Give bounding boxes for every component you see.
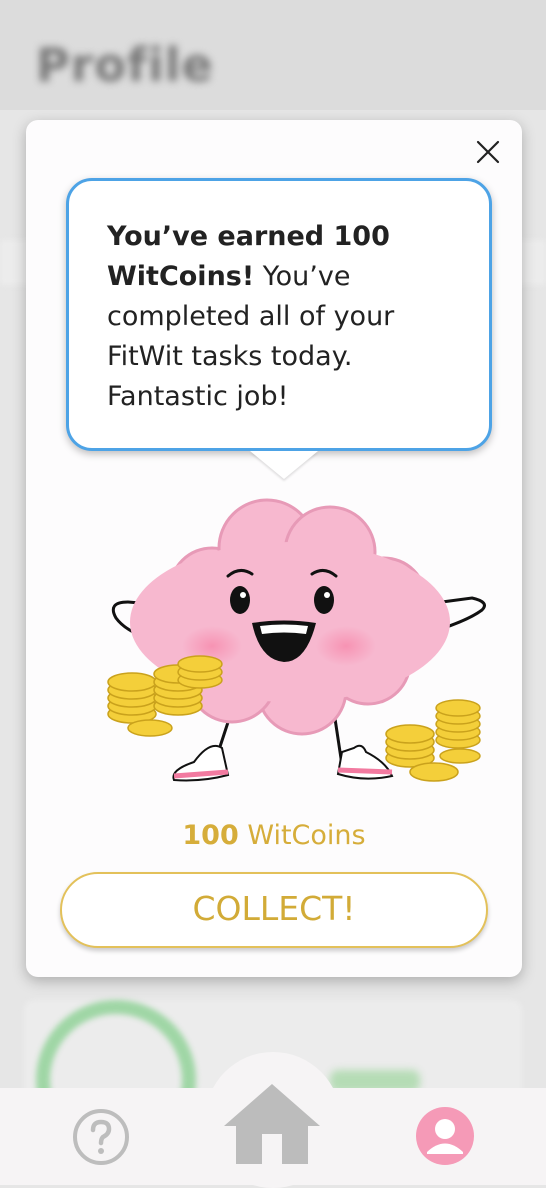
profile-icon[interactable]: [414, 1105, 476, 1167]
help-icon[interactable]: [72, 1108, 130, 1166]
coins-amount: 100: [182, 820, 239, 851]
home-icon[interactable]: [222, 1078, 322, 1168]
coins-amount-label: 100 WitCoins: [26, 820, 522, 851]
background-page-title: Profile: [36, 38, 214, 92]
collect-button[interactable]: COLLECT!: [60, 872, 488, 948]
coins-unit: WitCoins: [238, 820, 366, 851]
reward-modal: You’ve earned 100 WitCoins! You’ve compl…: [26, 120, 522, 977]
brain-mascot-illustration: [107, 498, 486, 782]
speech-bubble-tail: [250, 451, 318, 479]
speech-bubble: You’ve earned 100 WitCoins! You’ve compl…: [66, 178, 492, 451]
close-icon[interactable]: [474, 138, 502, 166]
